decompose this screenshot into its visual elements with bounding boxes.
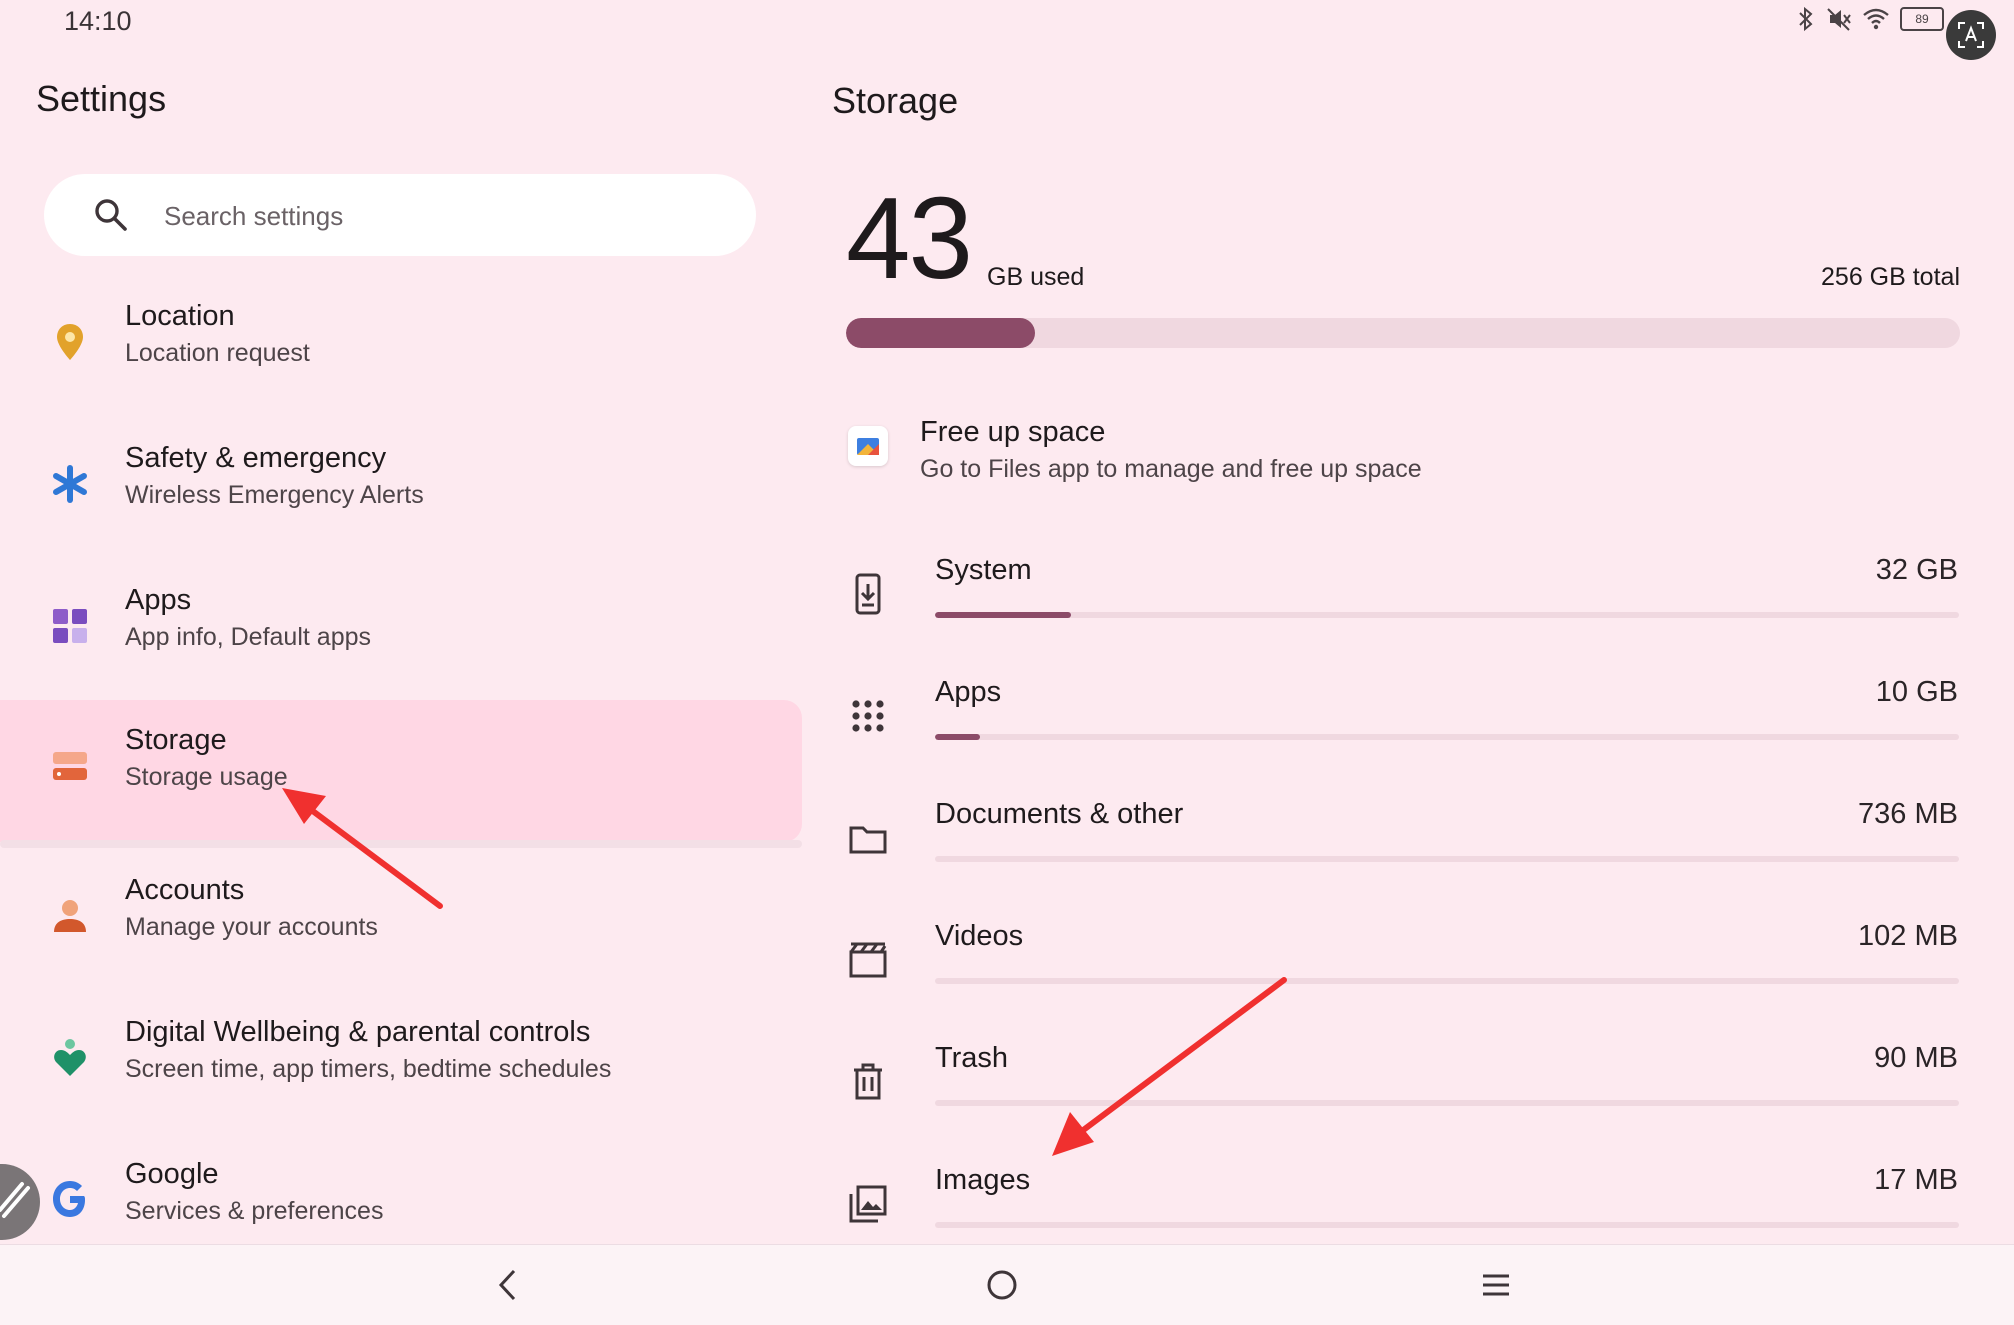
category-size: 32 GB — [1875, 554, 1958, 586]
wellbeing-icon — [54, 1039, 86, 1076]
sidebar-item-storage[interactable]: Storage Storage usage — [0, 700, 802, 842]
recents-button[interactable] — [1474, 1263, 1518, 1307]
storage-icon — [53, 752, 87, 780]
status-bar: 14:10 89 — [0, 0, 2014, 60]
free-up-subtitle: Go to Files app to manage and free up sp… — [920, 455, 1422, 483]
storage-category-system[interactable]: System 32 GB — [832, 536, 1962, 658]
divider — [0, 840, 802, 848]
trash-icon — [854, 1063, 882, 1100]
home-icon — [987, 1270, 1017, 1300]
edit-pen-button[interactable] — [0, 1164, 40, 1240]
category-size: 90 MB — [1874, 1042, 1958, 1074]
home-button[interactable] — [980, 1263, 1024, 1307]
sidebar-item-title: Apps — [125, 584, 192, 616]
settings-title: Settings — [36, 78, 167, 119]
category-usage-fill — [935, 612, 1072, 618]
storage-used-label: GB used — [987, 263, 1085, 291]
back-button[interactable] — [486, 1263, 530, 1307]
category-label: Images — [935, 1164, 1031, 1196]
category-usage-bar — [935, 856, 1959, 862]
sidebar-item-digital-wellbeing[interactable]: Digital Wellbeing & parental controls Sc… — [0, 992, 802, 1134]
sidebar-item-title: Google — [125, 1158, 219, 1190]
sidebar-item-subtitle: Wireless Emergency Alerts — [125, 481, 424, 509]
free-up-title: Free up space — [920, 416, 1106, 448]
wifi-icon — [1863, 8, 1889, 30]
screen-assist-button[interactable] — [1946, 10, 1996, 60]
mute-icon — [1827, 8, 1851, 31]
category-usage-bar — [935, 734, 1959, 740]
sidebar-item-subtitle: App info, Default apps — [125, 623, 371, 651]
storage-category-apps[interactable]: Apps 10 GB — [832, 658, 1962, 780]
category-label: Apps — [935, 676, 1002, 708]
storage-usage-bar — [846, 318, 1960, 348]
scan-text-icon — [1958, 22, 1984, 48]
pen-icon — [0, 1182, 30, 1218]
google-icon — [53, 1181, 85, 1217]
images-icon — [849, 1185, 887, 1223]
storage-usage-fill — [846, 318, 1036, 348]
files-app-icon — [848, 426, 888, 466]
sidebar-item-accounts[interactable]: Accounts Manage your accounts — [0, 850, 802, 992]
category-label: Trash — [935, 1042, 1009, 1074]
storage-category-documents[interactable]: Documents & other 736 MB — [832, 780, 1962, 902]
category-usage-bar — [935, 1100, 1959, 1106]
sidebar-item-subtitle: Location request — [125, 339, 310, 367]
apps-dots-icon — [852, 700, 884, 732]
storage-category-trash[interactable]: Trash 90 MB — [832, 1024, 1962, 1146]
account-icon — [54, 900, 86, 932]
storage-title: Storage — [832, 80, 959, 121]
category-size: 102 MB — [1858, 920, 1958, 952]
sidebar-item-title: Safety & emergency — [125, 442, 387, 474]
sidebar-item-title: Accounts — [125, 874, 245, 906]
menu-icon — [1483, 1274, 1509, 1296]
storage-used-value: 43 — [846, 173, 973, 303]
sidebar-item-apps[interactable]: Apps App info, Default apps — [0, 560, 802, 702]
category-usage-fill — [935, 734, 981, 740]
bluetooth-icon — [1799, 6, 1813, 32]
sidebar-item-subtitle: Storage usage — [125, 763, 288, 791]
system-nav-bar — [0, 1244, 2014, 1325]
category-label: Documents & other — [935, 798, 1184, 830]
status-icons: 89 — [1796, 6, 1944, 32]
apps-grid-icon — [53, 609, 87, 643]
sidebar-item-title: Digital Wellbeing & parental controls — [125, 1016, 591, 1048]
folder-icon — [849, 826, 887, 854]
category-size: 10 GB — [1875, 676, 1958, 708]
video-clapper-icon — [849, 942, 887, 978]
storage-category-videos[interactable]: Videos 102 MB — [832, 902, 1962, 1024]
sidebar-item-title: Storage — [125, 724, 227, 756]
sidebar-item-title: Location — [125, 300, 235, 332]
category-size: 17 MB — [1874, 1164, 1958, 1196]
sidebar-item-location[interactable]: Location Location request — [0, 276, 802, 418]
sidebar-item-safety[interactable]: Safety & emergency Wireless Emergency Al… — [0, 418, 802, 560]
category-label: System — [935, 554, 1032, 586]
category-label: Videos — [935, 920, 1024, 952]
search-bar[interactable] — [44, 174, 756, 258]
free-up-space-item[interactable]: Free up space Go to Files app to manage … — [832, 400, 1962, 490]
battery-icon: 89 — [1900, 7, 1944, 31]
location-pin-icon — [57, 324, 83, 360]
category-usage-bar — [935, 612, 1959, 618]
phone-download-icon — [855, 573, 881, 615]
category-size: 736 MB — [1858, 798, 1958, 830]
search-input[interactable] — [162, 174, 726, 258]
asterisk-icon — [53, 465, 87, 503]
category-usage-bar — [935, 1222, 1959, 1228]
category-usage-bar — [935, 978, 1959, 984]
search-icon — [95, 199, 127, 231]
sidebar-item-subtitle: Screen time, app timers, bedtime schedul… — [125, 1055, 612, 1083]
sidebar-item-subtitle: Manage your accounts — [125, 913, 378, 941]
back-icon — [498, 1269, 516, 1301]
status-time: 14:10 — [64, 6, 132, 36]
storage-total-label: 256 GB total — [1821, 263, 1960, 291]
sidebar-item-subtitle: Services & preferences — [125, 1197, 384, 1225]
